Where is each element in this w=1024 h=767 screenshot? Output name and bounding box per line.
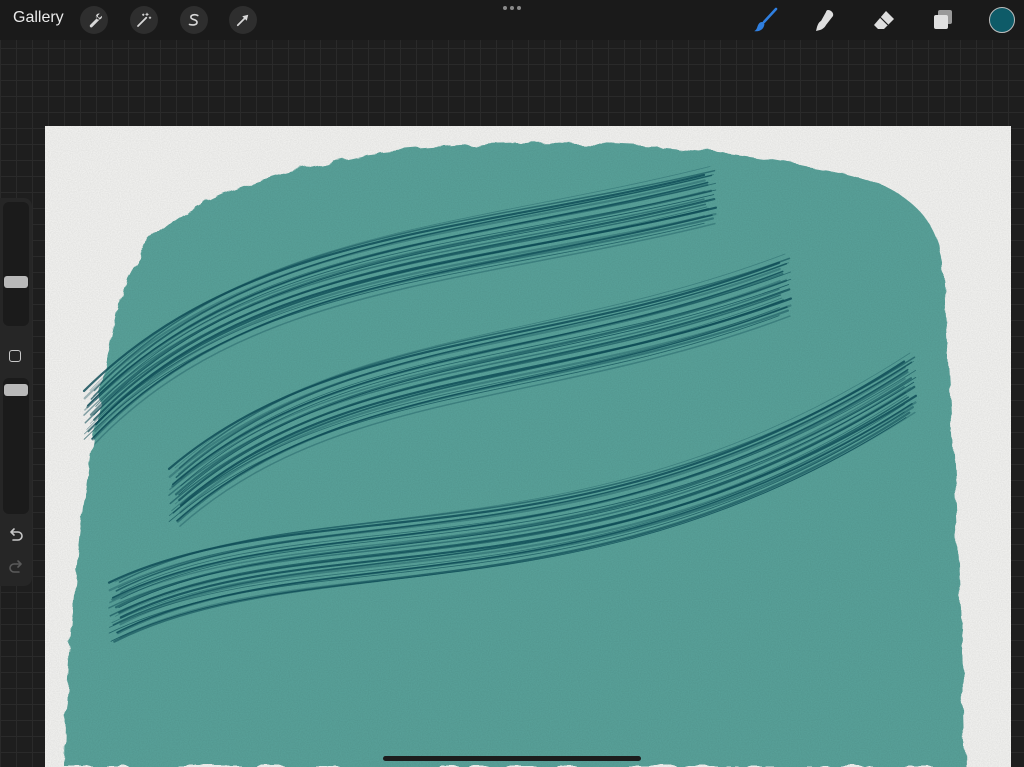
actions-button[interactable] <box>80 6 108 34</box>
selection-s-icon <box>188 13 199 26</box>
gallery-button[interactable]: Gallery <box>13 9 64 27</box>
dot <box>503 6 507 10</box>
magic-wand-icon <box>137 12 152 27</box>
brush-size-slider-thumb[interactable] <box>4 275 28 288</box>
home-indicator <box>383 756 641 761</box>
wrench-icon <box>89 13 102 28</box>
drawing-canvas[interactable] <box>45 126 1011 767</box>
arrow-cursor-icon <box>236 14 249 27</box>
eraser-button[interactable] <box>870 6 898 34</box>
color-picker-button[interactable] <box>989 7 1015 33</box>
selection-button[interactable] <box>180 6 208 34</box>
artwork <box>45 126 1011 767</box>
brush-button[interactable] <box>752 6 780 34</box>
sidebar <box>0 198 32 586</box>
top-toolbar: Gallery <box>0 0 1024 40</box>
layers-icon <box>934 10 952 29</box>
undo-button[interactable] <box>7 526 25 544</box>
eraser-icon <box>874 11 894 29</box>
redo-icon <box>9 560 22 573</box>
adjustments-button[interactable] <box>130 6 158 34</box>
opacity-slider-thumb[interactable] <box>4 383 28 396</box>
brush-size-slider[interactable] <box>3 202 29 326</box>
dot <box>510 6 514 10</box>
modify-button[interactable] <box>9 350 21 362</box>
redo-button[interactable] <box>7 558 25 576</box>
undo-icon <box>10 528 23 541</box>
opacity-slider[interactable] <box>3 378 29 514</box>
more-options-handle[interactable] <box>503 4 521 12</box>
transform-button[interactable] <box>229 6 257 34</box>
layers-button[interactable] <box>929 6 957 34</box>
paintbrush-icon <box>754 7 778 32</box>
smudge-finger-icon <box>816 10 834 31</box>
smudge-button[interactable] <box>811 6 839 34</box>
dot <box>517 6 521 10</box>
